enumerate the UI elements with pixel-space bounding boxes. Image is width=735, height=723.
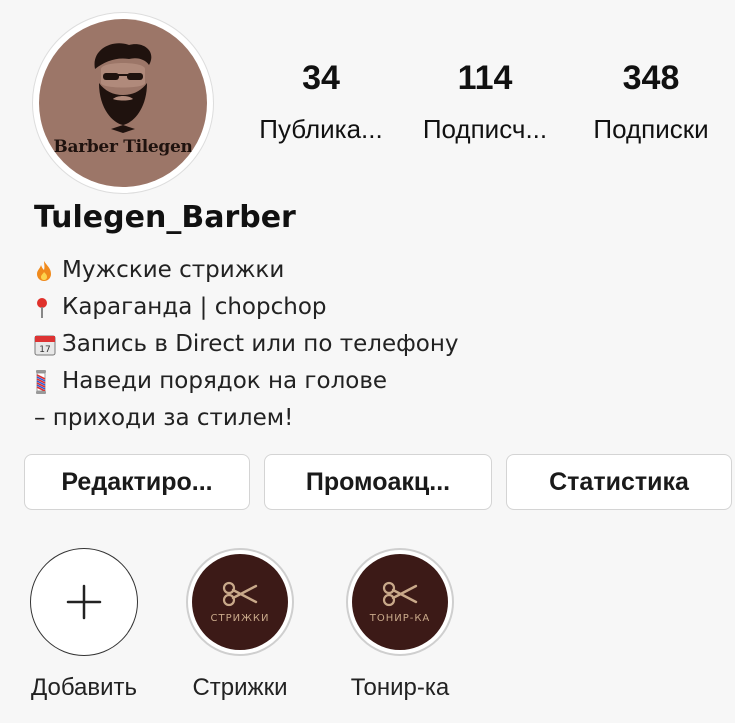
stat-following[interactable]: 348 Подписки — [576, 58, 726, 146]
highlight-ring[interactable]: СТРИЖКИ — [186, 548, 294, 656]
highlight-cover-caption: ТОНИР-КА — [369, 612, 431, 624]
bio-line: Мужские стрижки — [34, 252, 459, 289]
insights-button[interactable]: Статистика — [506, 454, 732, 510]
stat-posts-label: Публика... — [259, 114, 383, 144]
add-highlight-ring[interactable] — [30, 548, 138, 656]
bio-text: Мужские стрижки — [62, 257, 285, 283]
highlight-label: Добавить — [30, 674, 138, 701]
bio-line: – приходи за стилем! — [34, 400, 459, 437]
highlight-label: Стрижки — [192, 674, 288, 701]
scissors-icon — [382, 581, 418, 606]
plus-icon — [66, 584, 102, 620]
calendar-icon: 17 — [34, 334, 62, 356]
bio-text: Караганда | chopchop — [62, 294, 327, 320]
highlight-cover: СТРИЖКИ — [192, 554, 288, 650]
highlight-toning[interactable]: ТОНИР-КА Тонир-ка — [340, 548, 460, 702]
highlight-label: Тонир-ка — [350, 674, 450, 701]
stat-posts[interactable]: 34 Публика... — [246, 58, 396, 146]
scissors-icon — [222, 581, 258, 606]
barber-pole-icon — [34, 369, 62, 394]
stat-followers-label: Подписч... — [422, 114, 548, 144]
highlight-ring[interactable]: ТОНИР-КА — [346, 548, 454, 656]
avatar-logo-text: Barber Tilegen — [53, 137, 193, 157]
barber-logo-icon — [94, 43, 152, 133]
stat-followers[interactable]: 114 Подписч... — [410, 58, 560, 146]
bio-text: Запись в Direct или по телефону — [62, 331, 459, 357]
bio-text: Наведи порядок на голове — [62, 368, 388, 394]
bio-line: Караганда | chopchop — [34, 289, 459, 326]
edit-profile-button[interactable]: Редактиро... — [24, 454, 250, 510]
highlight-haircuts[interactable]: СТРИЖКИ Стрижки — [180, 548, 300, 702]
highlight-cover-caption: СТРИЖКИ — [210, 612, 270, 624]
bio-line: 17 Запись в Direct или по телефону — [34, 326, 459, 363]
profile-username: Tulegen_Barber — [34, 200, 296, 235]
promotions-button[interactable]: Промоакц... — [264, 454, 492, 510]
highlight-cover: ТОНИР-КА — [352, 554, 448, 650]
svg-text:17: 17 — [39, 345, 50, 355]
fire-icon — [34, 260, 62, 282]
pin-icon — [34, 297, 62, 319]
avatar-image: Barber Tilegen — [39, 19, 207, 187]
stat-following-label: Подписки — [593, 114, 709, 144]
profile-bio: Мужские стрижки Караганда | chopchop 17 … — [34, 252, 459, 437]
bio-line: Наведи порядок на голове — [34, 363, 459, 400]
bio-text: – приходи за стилем! — [34, 405, 294, 431]
highlight-add[interactable]: Добавить — [24, 548, 144, 702]
stat-posts-count: 34 — [302, 59, 340, 97]
stat-following-count: 348 — [622, 59, 680, 97]
stat-followers-count: 114 — [457, 59, 513, 97]
profile-avatar[interactable]: Barber Tilegen — [32, 12, 214, 194]
